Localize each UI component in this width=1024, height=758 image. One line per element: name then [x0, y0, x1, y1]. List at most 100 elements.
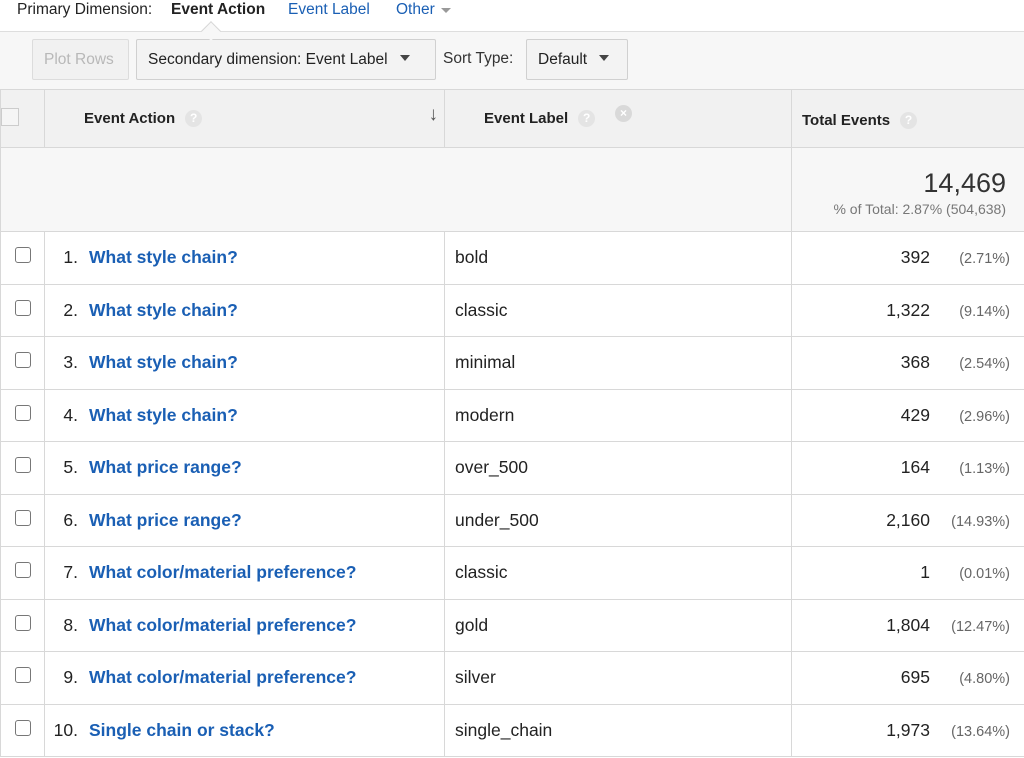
header-event-action[interactable]: Event Action? ↓ — [44, 89, 445, 148]
table-row: 5. What price range? over_500 164 (1.13%) — [0, 441, 1024, 495]
event-action-cell: 8. What color/material preference? — [44, 598, 445, 652]
event-action-link[interactable]: What price range? — [89, 457, 242, 477]
total-events-value: 1,804 — [886, 614, 930, 635]
header-total-events[interactable]: Total Events? — [791, 89, 1024, 148]
event-action-link[interactable]: What style chain? — [89, 300, 238, 320]
row-checkbox[interactable] — [14, 614, 31, 631]
row-checkbox[interactable] — [14, 562, 31, 579]
row-checkbox[interactable] — [14, 667, 31, 684]
event-action-cell: 2. What style chain? — [44, 283, 445, 337]
sort-descending-arrow-icon[interactable]: ↓ — [429, 104, 439, 126]
row-checkbox[interactable] — [14, 719, 31, 736]
table-row: 9. What color/material preference? silver 6… — [0, 651, 1024, 705]
event-action-link[interactable]: What price range? — [89, 510, 242, 530]
event-label-cell: modern — [444, 388, 792, 442]
total-events-cell: 429 (2.96%) — [791, 388, 1024, 442]
totals-empty-cell — [0, 147, 45, 232]
row-checkbox[interactable] — [14, 299, 31, 316]
sort-type-dropdown[interactable]: Default — [526, 39, 628, 80]
event-action-cell: 6. What price range? — [44, 493, 445, 547]
row-checkbox[interactable] — [14, 509, 31, 526]
dimension-event-action-active[interactable]: Event Action — [171, 1, 265, 19]
event-action-link[interactable]: What color/material preference? — [89, 562, 356, 582]
row-select-cell — [0, 283, 45, 337]
total-events-value: 2,160 — [886, 509, 930, 530]
event-action-link[interactable]: What color/material preference? — [89, 667, 356, 687]
event-action-link[interactable]: What color/material preference? — [89, 615, 356, 635]
table-row: 1. What style chain? bold 392 (2.71%) — [0, 231, 1024, 285]
event-label-value: single_chain — [455, 719, 553, 740]
event-action-cell: 10. Single chain or stack? — [44, 703, 445, 757]
table-row: 8. What color/material preference? gold 1,8… — [0, 598, 1024, 652]
event-action-cell: 5. What price range? — [44, 441, 445, 495]
row-select-cell — [0, 388, 45, 442]
row-checkbox[interactable] — [14, 457, 31, 474]
event-label-cell: classic — [444, 283, 792, 337]
plot-rows-button[interactable]: Plot Rows — [32, 39, 129, 80]
row-select-cell — [0, 598, 45, 652]
event-action-link[interactable]: What style chain? — [89, 405, 238, 425]
help-icon[interactable]: ? — [185, 110, 203, 128]
event-action-link[interactable]: Single chain or stack? — [89, 720, 275, 740]
event-label-cell: classic — [444, 546, 792, 600]
row-number: 9. — [63, 667, 78, 688]
other-dropdown-caret-icon[interactable] — [441, 8, 451, 13]
help-icon[interactable]: ? — [900, 112, 918, 130]
row-checkbox[interactable] — [14, 404, 31, 421]
header-event-label[interactable]: Event Label? × — [444, 89, 792, 148]
totals-row: 14,469 % of Total: 2.87% (504,638) — [0, 147, 1024, 232]
remove-secondary-dimension-icon[interactable]: × — [615, 105, 632, 122]
header-event-action-label: Event Action — [84, 109, 176, 127]
event-label-value: under_500 — [455, 509, 539, 530]
row-select-cell — [0, 546, 45, 600]
event-label-value: bold — [455, 247, 489, 268]
row-number: 5. — [63, 457, 78, 478]
event-label-cell: over_500 — [444, 441, 792, 495]
dropdown-caret-icon — [399, 54, 410, 61]
total-events-percent: (4.80%) — [959, 671, 1010, 688]
dropdown-caret-icon — [599, 54, 610, 61]
total-events-cell: 695 (4.80%) — [791, 651, 1024, 705]
row-checkbox[interactable] — [14, 352, 31, 369]
event-action-link[interactable]: What style chain? — [89, 247, 238, 267]
total-events-cell: 1,973 (13.64%) — [791, 703, 1024, 757]
row-number: 4. — [63, 404, 78, 425]
event-label-cell: bold — [444, 231, 792, 285]
primary-dimension-label: Primary Dimension: — [17, 1, 153, 18]
event-action-link[interactable]: What style chain? — [89, 352, 238, 372]
total-events-value: 1 — [920, 562, 930, 583]
event-label-cell: single_chain — [444, 703, 792, 757]
dimension-event-label-link[interactable]: Event Label — [288, 1, 370, 19]
secondary-dimension-label: Secondary dimension: Event Label — [148, 51, 388, 68]
secondary-dimension-dropdown[interactable]: Secondary dimension: Event Label — [136, 39, 436, 80]
event-label-value: over_500 — [455, 457, 528, 478]
event-label-value: minimal — [455, 352, 516, 373]
total-events-value: 1,973 — [886, 719, 930, 740]
table-row: 2. What style chain? classic 1,322 (9.14%) — [0, 283, 1024, 337]
event-label-value: silver — [455, 667, 496, 688]
event-label-value: classic — [455, 299, 508, 320]
row-number: 10. — [53, 719, 78, 740]
dimension-other-link[interactable]: Other — [396, 1, 435, 19]
total-events-share: % of Total: 2.87% (504,638) — [833, 201, 1006, 217]
event-label-cell: gold — [444, 598, 792, 652]
total-events-value: 429 — [900, 404, 930, 425]
data-table: Event Action? ↓ Event Label? × Total Eve… — [0, 89, 1024, 757]
table-row: 10. Single chain or stack? single_chain 1,9… — [0, 703, 1024, 757]
total-events-cell: 1,322 (9.14%) — [791, 283, 1024, 337]
total-events-percent: (2.96%) — [959, 408, 1010, 425]
table-header-row: Event Action? ↓ Event Label? × Total Eve… — [0, 89, 1024, 148]
select-all-checkbox[interactable] — [1, 107, 19, 126]
row-select-cell — [0, 441, 45, 495]
row-select-cell — [0, 336, 45, 390]
header-event-label-label: Event Label — [484, 109, 569, 127]
sort-type-value: Default — [538, 51, 588, 68]
table-toolbar: Plot Rows Secondary dimension: Event Lab… — [0, 31, 1024, 89]
total-events-percent: (12.47%) — [951, 618, 1010, 635]
help-icon[interactable]: ? — [578, 110, 596, 128]
event-label-cell: minimal — [444, 336, 792, 390]
total-events-cell: 392 (2.71%) — [791, 231, 1024, 285]
row-checkbox[interactable] — [14, 247, 31, 264]
total-events-percent: (2.54%) — [959, 356, 1010, 373]
table-body: 1. What style chain? bold 392 (2.71%) 2. What … — [0, 231, 1024, 757]
